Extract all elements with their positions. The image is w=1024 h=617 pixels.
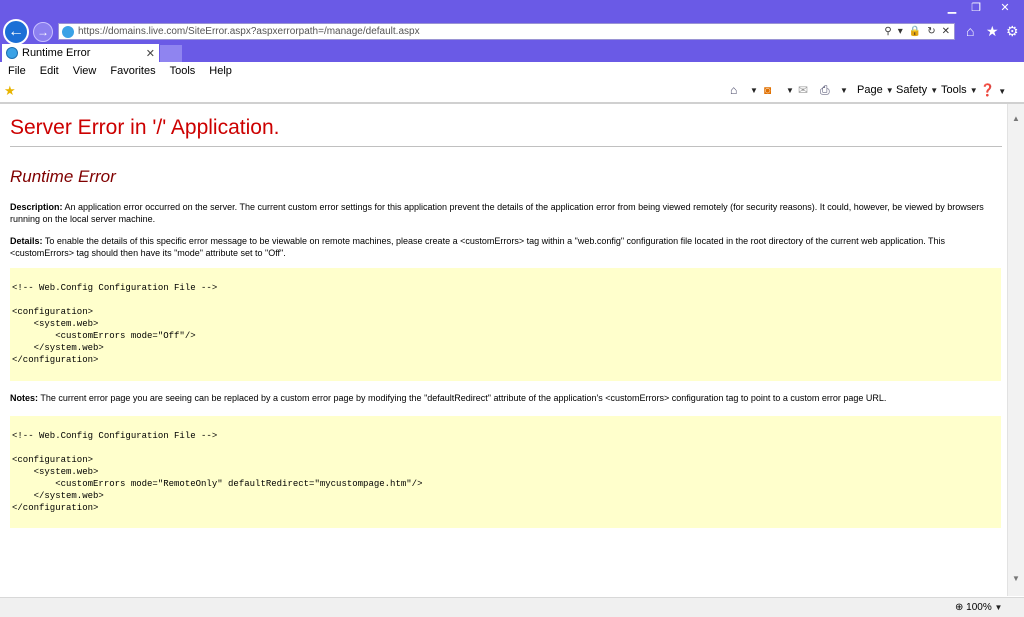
help-button[interactable]: ❓ ▼ xyxy=(980,83,1006,97)
rss-dropdown-icon[interactable]: ▼ xyxy=(786,86,794,95)
home-icon[interactable]: ⌂ xyxy=(966,23,974,39)
menu-edit[interactable]: Edit xyxy=(32,65,65,77)
scroll-down-icon[interactable]: ▼ xyxy=(1012,574,1020,583)
chevron-down-icon: ▼ xyxy=(998,87,1007,96)
search-icon[interactable]: ⚲ xyxy=(884,26,891,37)
tools-menu-button[interactable]: Tools ▼ xyxy=(941,84,978,96)
status-bar: ⊕ 100% ▼ xyxy=(0,597,1024,617)
browser-toolbar: ▁ ❐ ✕ ← → https://domains.live.com/SiteE… xyxy=(0,0,1024,45)
add-favorites-star-icon[interactable]: ★ xyxy=(4,83,16,99)
config-code-block-1: <!-- Web.Config Configuration File --> <… xyxy=(10,268,1001,381)
tab-strip: Runtime Error ✕ xyxy=(0,44,1024,62)
menu-favorites[interactable]: Favorites xyxy=(102,65,161,77)
tab-favicon-icon xyxy=(6,47,18,59)
page-menu-label: Page xyxy=(857,84,883,96)
back-icon: ← xyxy=(8,23,24,40)
notes-label: Notes: xyxy=(10,393,39,403)
chevron-down-icon: ▼ xyxy=(969,86,978,95)
notes-text: The current error page you are seeing ca… xyxy=(38,393,887,403)
gear-icon[interactable]: ⚙ xyxy=(1006,23,1019,40)
page-content: Server Error in '/' Application. Runtime… xyxy=(0,104,1007,596)
print-icon[interactable]: ⎙ xyxy=(820,83,830,98)
forward-button[interactable]: → xyxy=(33,22,53,42)
page-title: Server Error in '/' Application. xyxy=(10,116,1002,147)
help-icon: ❓ xyxy=(980,83,995,97)
scroll-up-icon[interactable]: ▲ xyxy=(1012,114,1020,123)
config-code-block-2: <!-- Web.Config Configuration File --> <… xyxy=(10,416,1001,528)
lock-icon[interactable]: 🔒 xyxy=(909,26,921,37)
site-favicon-icon xyxy=(62,25,74,38)
zoom-level: 100% xyxy=(966,602,992,613)
menu-file[interactable]: File xyxy=(0,65,32,77)
rss-icon[interactable]: ◙ xyxy=(764,83,771,97)
dropdown-icon[interactable]: ▾ xyxy=(898,26,903,37)
details-paragraph: Details: To enable the details of this s… xyxy=(10,235,1000,259)
forward-icon: → xyxy=(37,25,49,39)
close-icon[interactable]: ✕ xyxy=(942,26,950,37)
home-dropdown-icon[interactable]: ▼ xyxy=(750,86,758,95)
tab-runtime-error[interactable]: Runtime Error ✕ xyxy=(2,44,159,62)
chevron-down-icon: ▼ xyxy=(994,603,1003,612)
chevron-down-icon: ▼ xyxy=(885,86,894,95)
vertical-scrollbar[interactable]: ▲ ▼ xyxy=(1007,104,1024,596)
tab-title: Runtime Error xyxy=(22,47,91,59)
zoom-control[interactable]: ⊕ 100% ▼ xyxy=(955,602,1002,613)
safety-menu-button[interactable]: Safety ▼ xyxy=(896,84,938,96)
tab-close-icon[interactable]: ✕ xyxy=(146,47,155,60)
favorites-star-icon[interactable]: ★ xyxy=(986,23,999,40)
tools-menu-label: Tools xyxy=(941,84,967,96)
notes-paragraph: Notes: The current error page you are se… xyxy=(10,392,1000,404)
menu-view[interactable]: View xyxy=(65,65,103,77)
menu-bar: File Edit View Favorites Tools Help xyxy=(0,62,1024,80)
command-bar: ★ ⌂ ▼ ◙ ▼ ✉ ⎙ ▼ Page ▼ Safety ▼ Tools ▼ … xyxy=(0,80,1024,104)
mail-icon[interactable]: ✉ xyxy=(798,83,808,97)
address-url[interactable]: https://domains.live.com/SiteError.aspx?… xyxy=(78,26,420,37)
error-type-heading: Runtime Error xyxy=(10,167,116,186)
description-label: Description: xyxy=(10,202,63,212)
details-label: Details: xyxy=(10,236,43,246)
print-dropdown-icon[interactable]: ▼ xyxy=(840,86,848,95)
description-text: An application error occurred on the ser… xyxy=(10,202,984,224)
safety-menu-label: Safety xyxy=(896,84,928,96)
chevron-down-icon: ▼ xyxy=(930,86,939,95)
description-paragraph: Description: An application error occurr… xyxy=(10,201,1000,225)
new-tab-button[interactable] xyxy=(160,45,182,62)
home-icon[interactable]: ⌂ xyxy=(730,83,737,97)
menu-help[interactable]: Help xyxy=(201,65,238,77)
details-text: To enable the details of this specific e… xyxy=(10,236,946,258)
back-button[interactable]: ← xyxy=(3,19,29,45)
address-bar[interactable]: https://domains.live.com/SiteError.aspx?… xyxy=(58,23,955,40)
menu-tools[interactable]: Tools xyxy=(162,65,202,77)
zoom-icon: ⊕ xyxy=(955,602,964,613)
page-menu-button[interactable]: Page ▼ xyxy=(857,84,894,96)
close-window-button[interactable]: ✕ xyxy=(986,0,1024,18)
refresh-icon[interactable]: ↻ xyxy=(927,26,935,37)
